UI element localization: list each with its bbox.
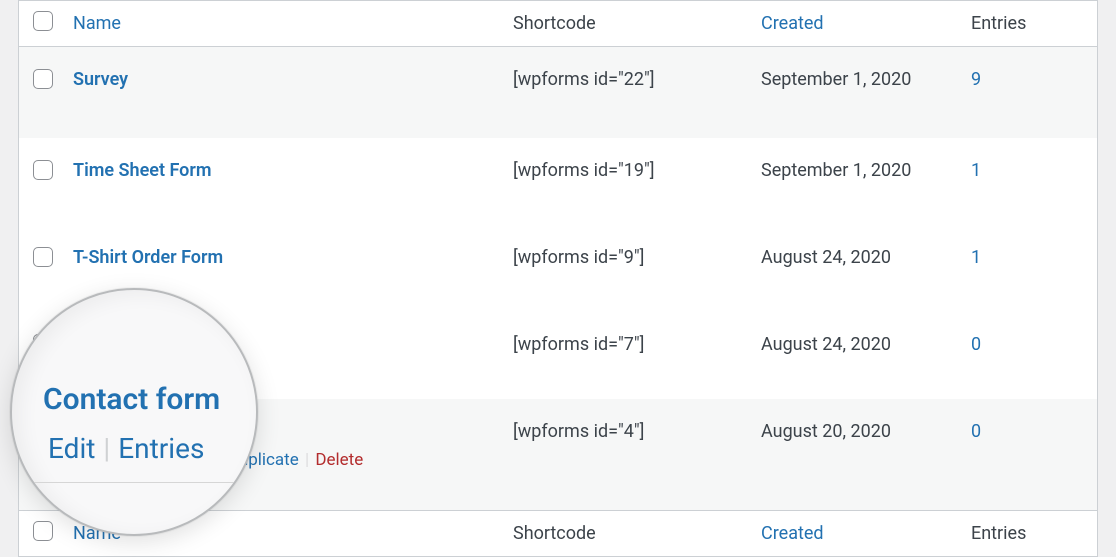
header-checkbox-cell [19, 1, 65, 47]
zoom-row-actions: Edit|Entries [48, 432, 204, 465]
footer-shortcode: Shortcode [505, 511, 753, 557]
shortcode-text: [wpforms id="9"] [505, 225, 753, 312]
table-row: Survey [wpforms id="22"] September 1, 20… [19, 47, 1097, 139]
table-row: Time Sheet Form [wpforms id="19"] Septem… [19, 138, 1097, 225]
shortcode-text: [wpforms id="22"] [505, 47, 753, 139]
footer-created[interactable]: Created [753, 511, 963, 557]
header-created[interactable]: Created [753, 1, 963, 47]
created-text: August 20, 2020 [753, 399, 963, 511]
zoom-divider [12, 482, 256, 483]
header-entries: Entries [963, 1, 1097, 47]
created-text: August 24, 2020 [753, 312, 963, 399]
entries-count-link[interactable]: 1 [971, 247, 981, 268]
entries-count-link[interactable]: 9 [971, 69, 981, 90]
zoom-action-edit[interactable]: Edit [48, 432, 95, 465]
action-delete[interactable]: Delete [313, 450, 365, 470]
shortcode-text: [wpforms id="7"] [505, 312, 753, 399]
entries-count-link[interactable]: 0 [971, 421, 981, 442]
row-checkbox[interactable] [33, 160, 53, 180]
form-name-link[interactable]: T-Shirt Order Form [73, 247, 223, 268]
form-name-link[interactable]: Time Sheet Form [73, 160, 211, 181]
table-header: Name Shortcode Created Entries [19, 1, 1097, 47]
row-checkbox[interactable] [33, 69, 53, 89]
entries-count-link[interactable]: 0 [971, 334, 981, 355]
created-text: August 24, 2020 [753, 225, 963, 312]
row-checkbox[interactable] [33, 247, 53, 267]
zoom-action-entries[interactable]: Entries [118, 432, 204, 465]
zoom-lens: Contact form Edit|Entries [10, 288, 258, 536]
created-text: September 1, 2020 [753, 138, 963, 225]
created-text: September 1, 2020 [753, 47, 963, 139]
shortcode-text: [wpforms id="4"] [505, 399, 753, 511]
shortcode-text: [wpforms id="19"] [505, 138, 753, 225]
zoom-form-name: Contact form [43, 382, 220, 417]
footer-entries: Entries [963, 511, 1097, 557]
form-name-link[interactable]: Survey [73, 69, 128, 90]
header-name[interactable]: Name [65, 1, 505, 47]
header-shortcode: Shortcode [505, 1, 753, 47]
entries-count-link[interactable]: 1 [971, 160, 981, 181]
select-all-checkbox[interactable] [33, 11, 53, 31]
